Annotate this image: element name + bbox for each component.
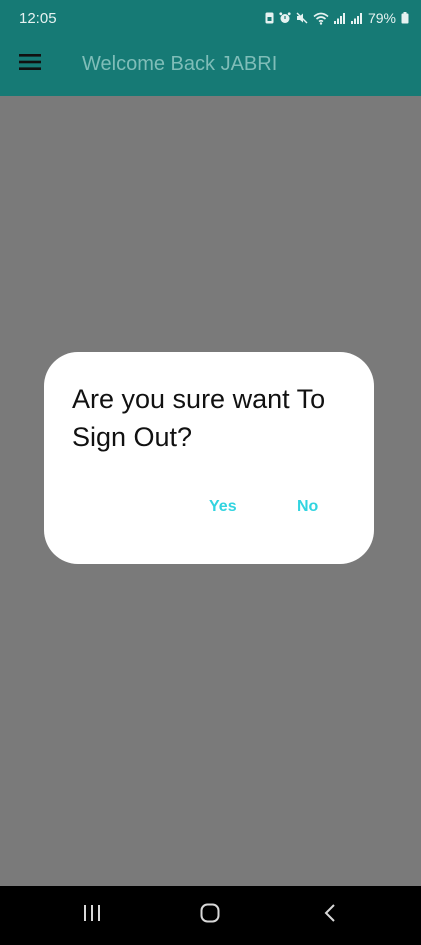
sim-icon [265, 12, 274, 24]
mute-icon [296, 12, 308, 24]
hamburger-menu-icon [19, 53, 41, 75]
yes-button[interactable]: Yes [209, 498, 237, 516]
home-icon [200, 903, 220, 928]
no-button[interactable]: No [297, 498, 318, 516]
signal-icon [333, 12, 346, 24]
app-title: Welcome Back JABRI [82, 53, 278, 75]
app-bar: Welcome Back JABRI [0, 34, 421, 96]
battery-percent: 79% [367, 10, 396, 26]
status-icons: 79% [265, 9, 409, 27]
wifi-icon [313, 12, 329, 25]
back-button[interactable] [310, 900, 350, 930]
battery-icon [401, 12, 409, 24]
recents-button[interactable] [72, 900, 112, 930]
sign-out-dialog: Are you sure want To Sign Out? Yes No [44, 352, 374, 564]
status-time: 12:05 [19, 10, 57, 27]
navigation-bar [0, 886, 421, 945]
dialog-message: Are you sure want To Sign Out? [72, 384, 326, 452]
status-bar: 12:05 79% [0, 0, 421, 34]
signal-icon [350, 12, 363, 24]
menu-button[interactable] [14, 48, 46, 80]
home-button[interactable] [190, 900, 230, 930]
alarm-icon [279, 12, 291, 24]
back-icon [323, 903, 337, 928]
recents-icon [82, 904, 102, 927]
